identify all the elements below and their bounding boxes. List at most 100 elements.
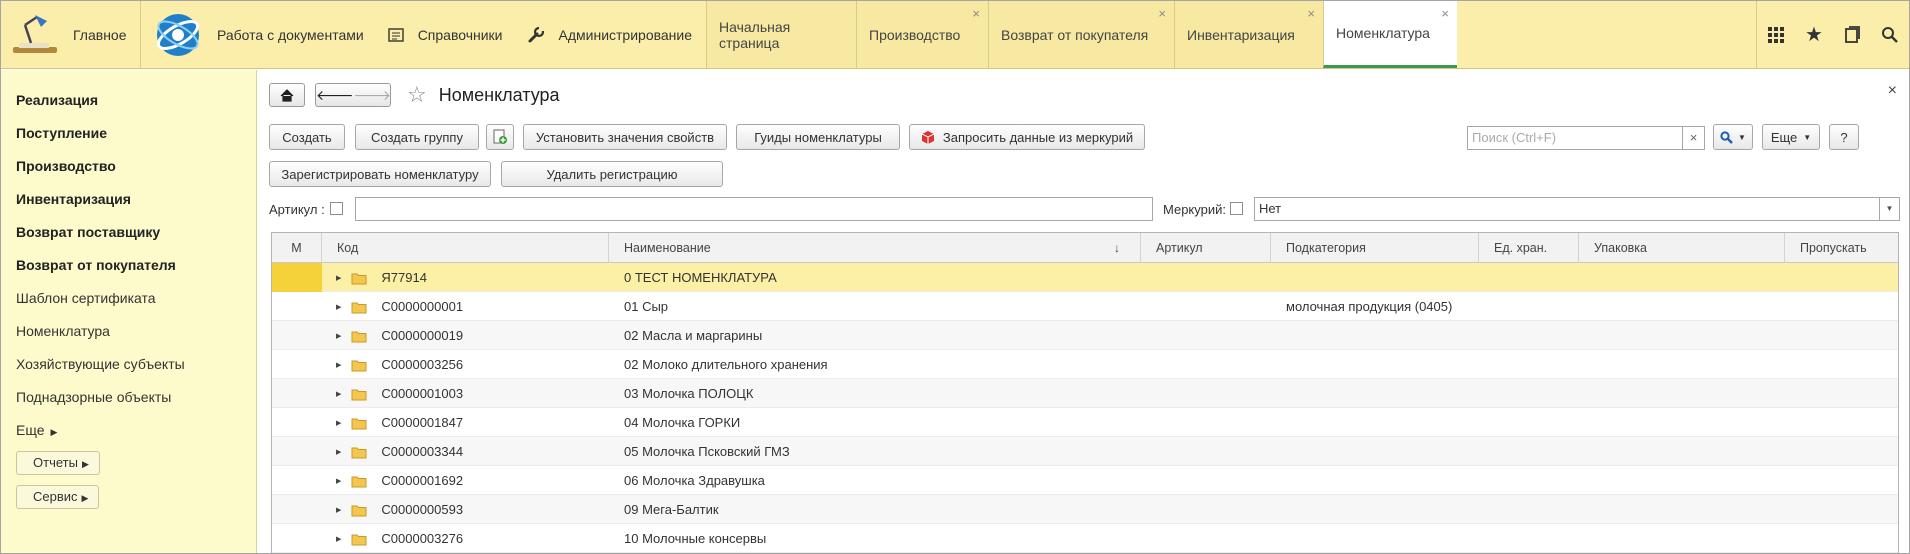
close-tab-icon[interactable]: × — [972, 7, 980, 20]
code-text: С0000003256 — [381, 357, 464, 372]
tab-nomenclature[interactable]: Номенклатура × — [1323, 1, 1458, 68]
article-cell — [1141, 350, 1271, 379]
tab-home-page[interactable]: Начальная страница — [706, 1, 857, 68]
caret-right-icon: ▶ — [81, 459, 89, 469]
section-directories[interactable]: Справочники — [377, 1, 517, 68]
request-mercury-label: Запросить данные из меркурий — [942, 129, 1134, 145]
chevron-down-icon[interactable]: ▼ — [1880, 197, 1900, 221]
search-icon[interactable] — [1871, 1, 1909, 68]
mercury-filter-checkbox[interactable] — [1230, 202, 1243, 215]
article-filter-input[interactable] — [355, 197, 1153, 221]
history-icon[interactable] — [1833, 1, 1871, 68]
close-tab-icon[interactable]: × — [1441, 7, 1449, 20]
expand-caret-icon[interactable]: ▶ — [336, 420, 341, 427]
back-arrow-icon[interactable]: 🡐 — [316, 87, 354, 104]
add-copy-button[interactable] — [486, 124, 514, 150]
sidebar-item-sales[interactable]: Реализация — [1, 84, 256, 117]
table-row[interactable]: ▶ С0000003344 05 Молочка Псковский ГМЗ — [272, 437, 1898, 466]
help-button[interactable]: ? — [1829, 124, 1859, 150]
column-header-code[interactable]: Код — [322, 233, 609, 263]
sidebar-item-production[interactable]: Производство — [1, 150, 256, 183]
unregister-button[interactable]: Удалить регистрацию — [501, 161, 723, 187]
column-header-name[interactable]: Наименование ↓ — [609, 233, 1141, 263]
reports-button[interactable]: Отчеты ▶ — [16, 451, 100, 475]
favorite-star-icon[interactable]: ☆ — [407, 82, 427, 108]
table-row[interactable]: ▶ С0000000001 01 Сыр молочная продукция (04… — [272, 292, 1898, 321]
request-mercury-button[interactable]: Запросить данные из меркурий — [909, 124, 1145, 150]
column-header-mark[interactable]: М — [272, 233, 322, 263]
register-nomenclature-button[interactable]: Зарегистрировать номенклатуру — [269, 161, 491, 187]
more-button[interactable]: Еще ▼ — [1762, 124, 1820, 150]
expand-caret-icon[interactable]: ▶ — [336, 536, 341, 543]
column-header-subcategory[interactable]: Подкатегория — [1271, 233, 1479, 263]
table-row[interactable]: ▶ С0000001003 03 Молочка ПОЛОЦК — [272, 379, 1898, 408]
clear-search-icon[interactable]: × — [1683, 126, 1705, 150]
create-group-button[interactable]: Создать группу — [355, 124, 479, 150]
unit-cell — [1479, 466, 1579, 495]
set-properties-button[interactable]: Установить значения свойств — [523, 124, 727, 150]
sidebar-item-supplier-return[interactable]: Возврат поставщику — [1, 216, 256, 249]
service-button[interactable]: Сервис ▶ — [16, 485, 100, 509]
column-header-article[interactable]: Артикул — [1141, 233, 1271, 263]
star-icon[interactable]: ★ — [1795, 1, 1833, 68]
expand-caret-icon[interactable]: ▶ — [336, 275, 341, 282]
table-row[interactable]: ▶ С0000001692 06 Молочка Здравушка — [272, 466, 1898, 495]
expand-caret-icon[interactable]: ▶ — [336, 507, 341, 514]
forward-arrow-icon[interactable]: 🡒 — [354, 87, 392, 104]
unit-cell — [1479, 292, 1579, 321]
section-documents[interactable]: Работа с документами — [141, 1, 378, 68]
sidebar-item-receipts[interactable]: Поступление — [1, 117, 256, 150]
column-header-unit[interactable]: Ед. хран. — [1479, 233, 1579, 263]
article-filter-checkbox[interactable] — [330, 202, 343, 215]
search-options-button[interactable]: ▼ — [1713, 124, 1753, 150]
sidebar-item-customer-return[interactable]: Возврат от покупателя — [1, 249, 256, 282]
mercury-filter-select[interactable]: Нет — [1254, 197, 1880, 221]
column-header-name-label: Наименование — [624, 241, 711, 255]
unit-cell — [1479, 263, 1579, 292]
package-cell — [1579, 292, 1785, 321]
sidebar-item-nomenclature[interactable]: Номенклатура — [1, 315, 256, 348]
home-button[interactable] — [269, 83, 305, 107]
close-form-icon[interactable]: × — [1888, 82, 1897, 100]
section-administration[interactable]: Администрирование — [516, 1, 707, 68]
table-row[interactable]: ▶ С0000003256 02 Молоко длительного хранен… — [272, 350, 1898, 379]
sidebar-item-certificate-template[interactable]: Шаблон сертификата — [1, 282, 256, 315]
subcategory-cell — [1271, 263, 1479, 292]
column-header-package[interactable]: Упаковка — [1579, 233, 1785, 263]
table-row[interactable]: ▶ С0000003276 10 Молочные консервы — [272, 524, 1898, 553]
mark-cell — [272, 408, 322, 437]
package-cell — [1579, 350, 1785, 379]
guids-button[interactable]: Гуиды номенклатуры — [736, 124, 900, 150]
sidebar-item-business-entities[interactable]: Хозяйствующие субъекты — [1, 348, 256, 381]
tab-inventory[interactable]: Инвентаризация × — [1174, 1, 1324, 68]
close-tab-icon[interactable]: × — [1158, 7, 1166, 20]
table-row[interactable]: ▶ С0000001847 04 Молочка ГОРКИ — [272, 408, 1898, 437]
tab-customer-return[interactable]: Возврат от покупателя × — [988, 1, 1175, 68]
table-row[interactable]: ▶ С0000000593 09 Мега-Балтик — [272, 495, 1898, 524]
tab-production[interactable]: Производство × — [856, 1, 989, 68]
expand-caret-icon[interactable]: ▶ — [336, 391, 341, 398]
subcategory-cell — [1271, 321, 1479, 350]
sidebar-more[interactable]: Еще ▶ — [1, 414, 256, 447]
column-header-skip[interactable]: Пропускать — [1785, 233, 1898, 263]
tab-label: Инвентаризация — [1187, 26, 1295, 43]
name-cell: 0 ТЕСТ НОМЕНКЛАТУРА — [624, 270, 777, 285]
package-cell — [1579, 524, 1785, 553]
expand-caret-icon[interactable]: ▶ — [336, 478, 341, 485]
skip-cell — [1785, 495, 1898, 524]
expand-caret-icon[interactable]: ▶ — [336, 304, 341, 311]
sidebar-item-inventory[interactable]: Инвентаризация — [1, 183, 256, 216]
create-button[interactable]: Создать — [269, 124, 345, 150]
search-input[interactable]: Поиск (Ctrl+F) — [1467, 126, 1683, 150]
sidebar-item-supervised-objects[interactable]: Поднадзорные объекты — [1, 381, 256, 414]
table-row[interactable]: ▶ С0000000019 02 Масла и маргарины — [272, 321, 1898, 350]
expand-caret-icon[interactable]: ▶ — [336, 449, 341, 456]
apps-grid-icon[interactable] — [1757, 1, 1795, 68]
expand-caret-icon[interactable]: ▶ — [336, 333, 341, 340]
main-section-button[interactable]: Главное — [1, 1, 141, 68]
table-row[interactable]: ▶ Я77914 0 ТЕСТ НОМЕНКЛАТУРА — [272, 263, 1898, 292]
code-cell: ▶ С0000003256 — [322, 350, 609, 379]
expand-caret-icon[interactable]: ▶ — [336, 362, 341, 369]
close-tab-icon[interactable]: × — [1307, 7, 1315, 20]
unit-cell — [1479, 437, 1579, 466]
